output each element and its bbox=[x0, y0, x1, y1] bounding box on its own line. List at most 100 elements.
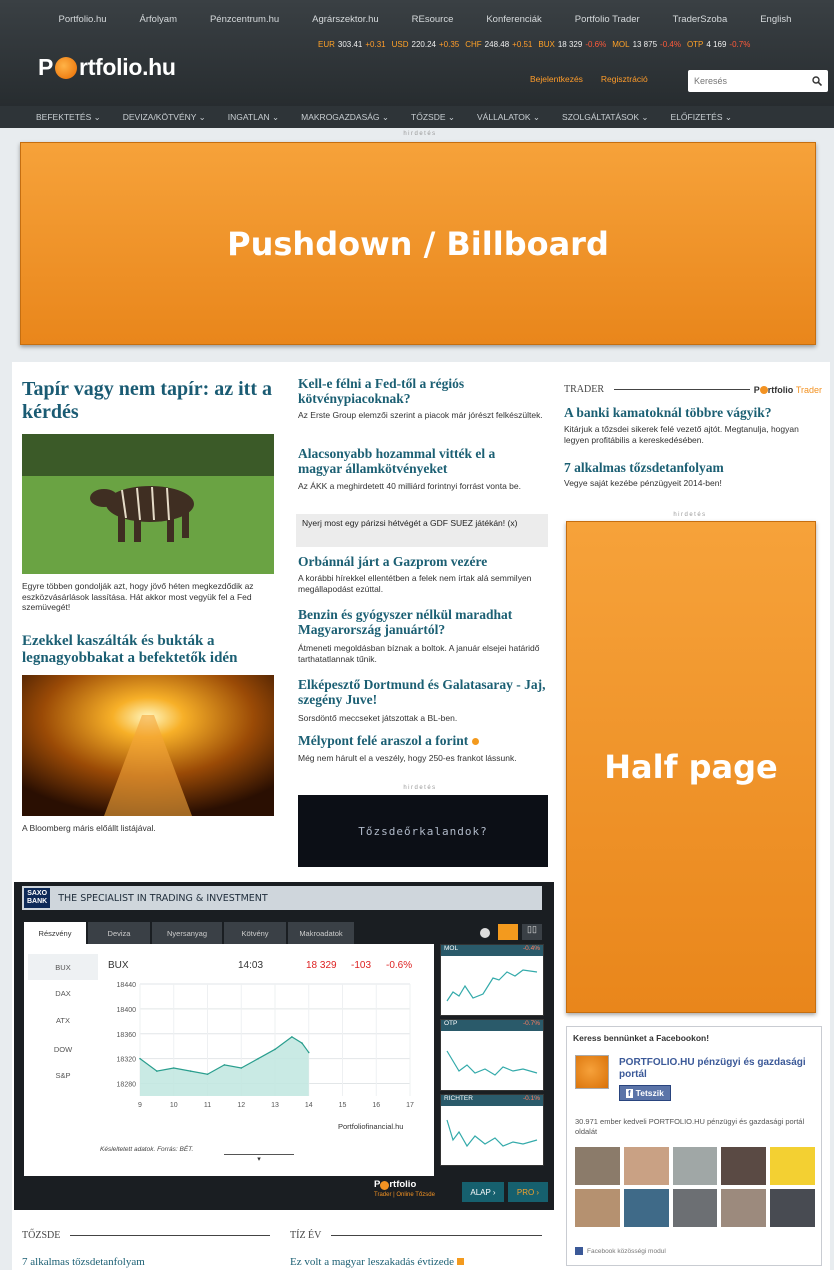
trader-section-title: TRADER bbox=[564, 384, 604, 395]
middle-title-3[interactable]: Orbánnál járt a Gazprom vezére bbox=[298, 554, 538, 569]
chart-scroll-handle[interactable]: ▾ bbox=[224, 1154, 294, 1163]
search-input[interactable] bbox=[694, 76, 804, 86]
nav-item-deviza[interactable]: DEVIZA/KÖTVÉNY ⌄ bbox=[123, 112, 206, 123]
second-lead: A Bloomberg máris előállt listájával. bbox=[22, 823, 156, 833]
fan-avatar[interactable] bbox=[575, 1189, 620, 1227]
sunburst-photo[interactable] bbox=[22, 675, 274, 816]
main-nav: BEFEKTETÉS ⌄ DEVIZA/KÖTVÉNY ⌄ INGATLAN ⌄… bbox=[0, 106, 834, 128]
portal-link[interactable]: Árfolyam bbox=[140, 14, 177, 25]
middle-title-1[interactable]: Kell-e félni a Fed-től a régiós kötvényp… bbox=[298, 376, 538, 406]
logo-text-start: P bbox=[38, 54, 54, 80]
mini-chart-otp[interactable]: OTP -0.7% bbox=[440, 1019, 544, 1091]
nav-item-befektetes[interactable]: BEFEKTETÉS ⌄ bbox=[36, 112, 101, 123]
portal-link[interactable]: English bbox=[760, 14, 791, 25]
fan-avatar[interactable] bbox=[672, 1189, 718, 1227]
tab-kotveny[interactable]: Kötvény bbox=[224, 922, 286, 944]
x-tick-label: 13 bbox=[271, 1102, 279, 1109]
search-icon[interactable] bbox=[812, 76, 822, 86]
promo-box[interactable]: Nyerj most egy párizsi hétvégét a GDF SU… bbox=[296, 514, 548, 547]
portal-link[interactable]: Agrárszektor.hu bbox=[312, 14, 379, 25]
second-title[interactable]: Ezekkel kaszálták és bukták a legnagyobb… bbox=[22, 633, 277, 667]
bux-chart[interactable]: 18280 18320 18360 18400 18440 9 10 11 12 13 14 15 16… bbox=[108, 978, 424, 1116]
fan-avatar[interactable] bbox=[672, 1147, 718, 1185]
dark-banner-ad[interactable]: Tőzsdeőrkalandok? bbox=[298, 795, 548, 867]
billboard-ad[interactable]: Pushdown / Billboard bbox=[20, 142, 816, 345]
widget-toggle-icon[interactable] bbox=[480, 928, 490, 938]
ticker-item[interactable]: OTP 4 169 -0.7% bbox=[687, 40, 750, 49]
lead-title[interactable]: Tapír vagy nem tapír: az itt a kérdés bbox=[22, 378, 277, 424]
chart-bar-icon[interactable]: ▯▯ bbox=[522, 924, 542, 940]
bux-point bbox=[240, 1067, 243, 1069]
bux-point bbox=[139, 1057, 141, 1060]
chart-line-icon[interactable] bbox=[498, 924, 518, 940]
trader-section-header: TRADER Prtfolio Trader bbox=[564, 384, 822, 395]
saxo-logo[interactable]: SAXO BANK bbox=[24, 888, 51, 908]
portal-link[interactable]: Portfolio Trader bbox=[575, 14, 640, 25]
middle-title-5[interactable]: Elképesztő Dortmund és Galatasaray - Jaj… bbox=[298, 677, 548, 707]
trader-title-2[interactable]: 7 alkalmas tőzsdetanfolyam bbox=[564, 460, 824, 475]
rss-icon bbox=[471, 738, 479, 745]
tab-reszveny[interactable]: Részvény bbox=[24, 922, 86, 944]
side-item-sp[interactable]: S&P bbox=[28, 1062, 98, 1088]
ticker-item[interactable]: BUX 18 329 -0.6% bbox=[538, 40, 606, 49]
middle-text-1: Az Erste Group elemzői szerint a piacok … bbox=[298, 410, 543, 420]
middle-title-4[interactable]: Benzin és gyógyszer nélkül maradhat Magy… bbox=[298, 607, 548, 637]
tab-deviza[interactable]: Deviza bbox=[88, 922, 150, 944]
side-item-dax[interactable]: DAX bbox=[28, 980, 98, 1006]
side-item-atx[interactable]: ATX bbox=[28, 1007, 98, 1033]
login-link[interactable]: Bejelentkezés bbox=[530, 74, 583, 84]
tizev-first-link[interactable]: Ez volt a magyar leszakadás évtizede bbox=[290, 1255, 542, 1270]
fan-avatar[interactable] bbox=[575, 1147, 620, 1185]
widget-portfolio-logo[interactable]: Prtfolio Trader | Online Tőzsde bbox=[374, 1180, 435, 1200]
side-item-dow[interactable]: DOW bbox=[28, 1036, 98, 1062]
side-item-bux[interactable]: BUX bbox=[28, 954, 98, 980]
trader-text-1: Kitárjuk a tőzsdei sikerek felé vezető a… bbox=[564, 424, 799, 445]
site-logo[interactable]: Prtfolio.hu bbox=[38, 54, 176, 81]
fan-avatar[interactable] bbox=[770, 1147, 815, 1185]
trader-title-1[interactable]: A banki kamatoknál többre vágyik? bbox=[564, 405, 824, 420]
fan-avatar[interactable] bbox=[623, 1147, 669, 1185]
mini-chart-richter[interactable]: RICHTER -0.1% bbox=[440, 1094, 544, 1166]
pro-button[interactable]: PRO › bbox=[508, 1182, 548, 1202]
tab-makroadatok[interactable]: Makroadatok bbox=[288, 922, 354, 944]
facebook-page-name[interactable]: PORTFOLIO.HU pénzügyi és gazdasági portá… bbox=[619, 1057, 809, 1081]
fan-avatar[interactable] bbox=[770, 1189, 815, 1227]
middle-text-5: Sorsdöntő meccseket játszottak a BL-ben. bbox=[298, 713, 458, 723]
portal-link[interactable]: Konferenciák bbox=[486, 14, 541, 25]
middle-title-6[interactable]: Mélypont felé araszol a forint bbox=[298, 733, 548, 748]
tab-nyersanyag[interactable]: Nyersanyag bbox=[152, 922, 222, 944]
fan-avatar[interactable] bbox=[623, 1189, 669, 1227]
ticker-item[interactable]: EUR 303.41 +0.31 bbox=[318, 40, 386, 49]
y-tick-label: 18360 bbox=[117, 1032, 137, 1039]
nav-item-elofizetes[interactable]: ELŐFIZETÉS ⌄ bbox=[671, 112, 732, 123]
nav-item-vallalatok[interactable]: VÁLLALATOK ⌄ bbox=[477, 112, 540, 123]
y-tick-label: 18280 bbox=[117, 1082, 137, 1089]
portal-link[interactable]: REsource bbox=[412, 14, 454, 25]
tapir-photo[interactable] bbox=[22, 434, 274, 574]
fan-avatar[interactable] bbox=[721, 1147, 767, 1185]
fan-avatar[interactable] bbox=[721, 1189, 767, 1227]
portal-link[interactable]: TraderSzoba bbox=[673, 14, 728, 25]
mini-chart-mol[interactable]: MOL -0.4% bbox=[440, 944, 544, 1016]
nav-item-makro[interactable]: MAKROGAZDASÁG ⌄ bbox=[301, 112, 389, 123]
ticker-item[interactable]: MOL 13 875 -0.4% bbox=[612, 40, 681, 49]
quote-pct: -0.6% bbox=[386, 960, 413, 971]
nav-item-tozsde[interactable]: TŐZSDE ⌄ bbox=[411, 112, 455, 123]
bux-point bbox=[274, 1048, 276, 1051]
nav-item-szolgaltatasok[interactable]: SZOLGÁLTATÁSOK ⌄ bbox=[562, 112, 648, 123]
register-link[interactable]: Regisztráció bbox=[601, 74, 648, 84]
alap-button[interactable]: ALAP › bbox=[462, 1182, 504, 1202]
tozsde-first-link[interactable]: 7 alkalmas tőzsdetanfolyam bbox=[22, 1255, 270, 1270]
middle-title-2[interactable]: Alacsonyabb hozammal vitték el a magyar … bbox=[298, 446, 538, 476]
facebook-like-button[interactable]: f Tetszik bbox=[619, 1085, 671, 1101]
nav-item-ingatlan[interactable]: INGATLAN ⌄ bbox=[228, 112, 279, 123]
trader-brand[interactable]: Prtfolio Trader bbox=[754, 385, 822, 395]
site-header: Portfolio.hu Árfolyam Pénzcentrum.hu Agr… bbox=[0, 0, 834, 128]
portal-link[interactable]: Portfolio.hu bbox=[58, 14, 106, 25]
facebook-fans bbox=[575, 1147, 815, 1227]
portal-link[interactable]: Pénzcentrum.hu bbox=[210, 14, 279, 25]
ticker-item[interactable]: CHF 248.48 +0.51 bbox=[465, 40, 532, 49]
halfpage-ad[interactable]: Half page bbox=[566, 521, 816, 1013]
ticker-item[interactable]: USD 220.24 +0.35 bbox=[392, 40, 460, 49]
facebook-avatar[interactable] bbox=[575, 1055, 609, 1089]
